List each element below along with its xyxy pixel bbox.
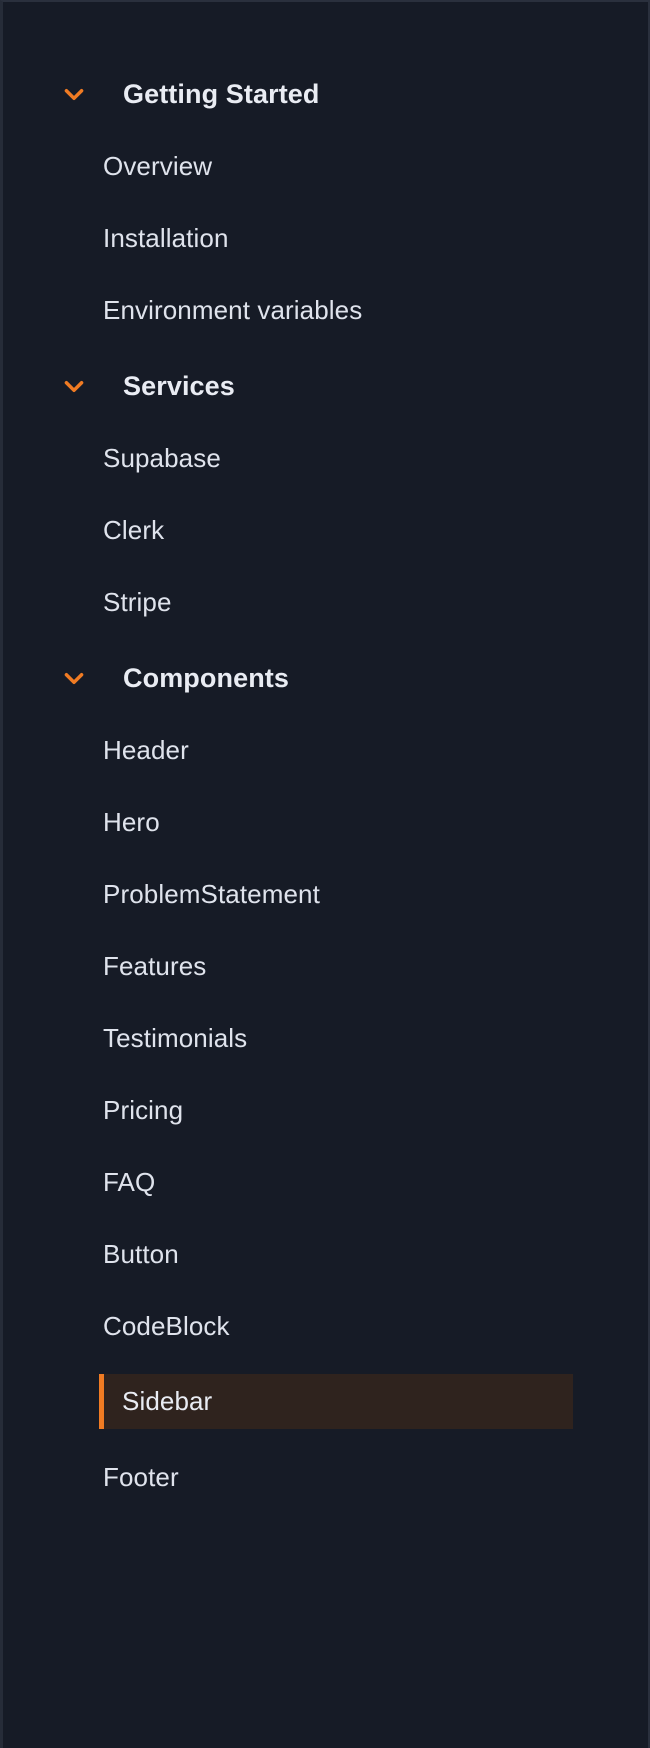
sidebar-item-label: Supabase: [103, 442, 221, 473]
item-gap-spacer: [3, 554, 648, 578]
sidebar-item-problemstatement[interactable]: ProblemStatement: [3, 870, 648, 918]
sidebar-group-services: Services Supabase Clerk Stripe: [3, 360, 648, 626]
item-gap-spacer: [3, 918, 648, 942]
sidebar-item-testimonials[interactable]: Testimonials: [3, 1014, 648, 1062]
sidebar-item-supabase[interactable]: Supabase: [3, 434, 648, 482]
sidebar-item-codeblock[interactable]: CodeBlock: [3, 1302, 648, 1350]
sidebar-item-label: CodeBlock: [103, 1310, 230, 1341]
sidebar-item-clerk[interactable]: Clerk: [3, 506, 648, 554]
sidebar-group-header-getting-started[interactable]: Getting Started: [3, 68, 648, 120]
sidebar-item-label: Features: [103, 950, 207, 981]
sidebar-group-getting-started: Getting Started Overview Installation En…: [3, 68, 648, 334]
sidebar-item-label: FAQ: [103, 1166, 156, 1197]
item-gap-spacer: [3, 1206, 648, 1230]
sidebar-item-label: Installation: [103, 222, 229, 253]
sidebar-item-label: Clerk: [103, 514, 165, 545]
item-gap-spacer: [3, 1429, 648, 1453]
sidebar-item-label: Header: [103, 734, 189, 765]
group-gap-spacer: [3, 412, 648, 434]
sidebar-group-items-services: Supabase Clerk Stripe: [3, 434, 648, 626]
sidebar-item-button[interactable]: Button: [3, 1230, 648, 1278]
sidebar-group-header-services[interactable]: Services: [3, 360, 648, 412]
item-gap-spacer: [3, 262, 648, 286]
item-gap-spacer: [3, 1062, 648, 1086]
sidebar-group-title: Getting Started: [123, 78, 320, 109]
documentation-sidebar: Getting Started Overview Installation En…: [0, 0, 650, 1748]
sidebar-item-label: Stripe: [103, 586, 172, 617]
sidebar-item-stripe[interactable]: Stripe: [3, 578, 648, 626]
sidebar-item-label: Hero: [103, 806, 160, 837]
sidebar-group-items-components: Header Hero ProblemStatement Features Te…: [3, 726, 648, 1501]
sidebar-item-pricing[interactable]: Pricing: [3, 1086, 648, 1134]
pre-group-spacer: [3, 626, 648, 652]
sidebar-item-header[interactable]: Header: [3, 726, 648, 774]
sidebar-group-components: Components Header Hero ProblemStatement: [3, 652, 648, 1501]
sidebar-item-faq[interactable]: FAQ: [3, 1158, 648, 1206]
sidebar-group-items-getting-started: Overview Installation Environment variab…: [3, 142, 648, 334]
item-gap-spacer: [3, 482, 648, 506]
item-gap-spacer: [3, 990, 648, 1014]
pre-group-spacer: [3, 334, 648, 360]
sidebar-item-environment-variables[interactable]: Environment variables: [3, 286, 648, 334]
sidebar-group-title: Services: [123, 370, 235, 401]
group-gap-spacer: [3, 120, 648, 142]
item-gap-spacer: [3, 1278, 648, 1302]
sidebar-item-label: Button: [103, 1238, 179, 1269]
group-gap-spacer: [3, 704, 648, 726]
sidebar-item-hero[interactable]: Hero: [3, 798, 648, 846]
sidebar-group-header-components[interactable]: Components: [3, 652, 648, 704]
sidebar-item-footer[interactable]: Footer: [3, 1453, 648, 1501]
item-gap-spacer: [3, 1134, 648, 1158]
sidebar-item-installation[interactable]: Installation: [3, 214, 648, 262]
chevron-down-icon[interactable]: [61, 373, 87, 399]
item-gap-spacer: [3, 774, 648, 798]
sidebar-item-label: Footer: [103, 1461, 179, 1492]
chevron-down-icon[interactable]: [61, 665, 87, 691]
sidebar-item-overview[interactable]: Overview: [3, 142, 648, 190]
chevron-down-icon[interactable]: [61, 81, 87, 107]
sidebar-group-title: Components: [123, 662, 289, 693]
sidebar-top-spacer: [3, 2, 648, 68]
sidebar-item-label: Testimonials: [103, 1022, 248, 1053]
sidebar-item-sidebar[interactable]: Sidebar: [99, 1374, 573, 1429]
sidebar-item-label: Sidebar: [122, 1386, 213, 1416]
sidebar-item-label: Overview: [103, 150, 213, 181]
sidebar-nav: Getting Started Overview Installation En…: [3, 68, 648, 1501]
sidebar-item-label: Environment variables: [103, 294, 363, 325]
sidebar-nav-list: Getting Started Overview Installation En…: [3, 68, 648, 1501]
item-gap-spacer: [3, 1350, 648, 1374]
item-gap-spacer: [3, 846, 648, 870]
sidebar-item-features[interactable]: Features: [3, 942, 648, 990]
sidebar-item-label: ProblemStatement: [103, 878, 320, 909]
sidebar-item-label: Pricing: [103, 1094, 184, 1125]
item-gap-spacer: [3, 190, 648, 214]
